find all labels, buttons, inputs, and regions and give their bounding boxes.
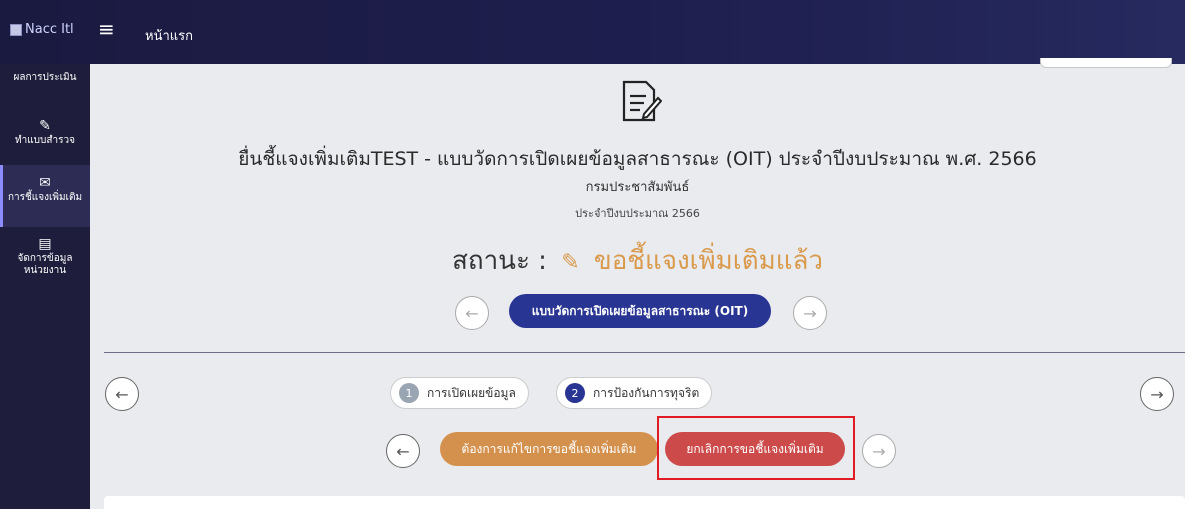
sidebar-item-label: การชี้แจงเพิ่มเติม [7,192,83,203]
highlight-box [657,416,855,480]
sidebar-item-results[interactable]: ผลการประเมิน [0,66,90,88]
survey-selector-button[interactable]: แบบวัดการเปิดเผยข้อมูลสาธารณะ (OIT) [509,294,771,328]
top-bar: Nacc Itl ≡ หน้าแรก [0,0,1185,64]
prev-page-button[interactable]: ← [105,377,139,411]
edit-icon: ✎ [39,118,51,134]
status-value: ขอชี้แจงเพิ่มเติมแล้ว [593,246,824,276]
arrow-right-icon: → [1150,384,1164,404]
logo-alt-text: Nacc Itl [25,22,74,37]
clipboard-icon: ▤ [38,236,52,252]
hamburger-icon[interactable]: ≡ [98,18,118,40]
breadcrumb-home[interactable]: หน้าแรก [145,25,193,46]
sidebar-item-label: ผลการประเมิน [13,72,77,83]
arrow-right-icon: → [803,303,817,323]
prev-action-button[interactable]: ← [386,434,420,468]
sidebar-item-survey[interactable]: ✎ ทำแบบสำรวจ [0,118,90,148]
document-edit-icon [622,80,662,122]
sidebar: ผลการประเมิน ✎ ทำแบบสำรวจ ✉ การชี้แจงเพิ… [0,64,90,509]
broken-image-icon [10,23,22,36]
agency-name: กรมประชาสัมพันธ์ [585,180,690,195]
arrow-right-icon: → [872,441,886,461]
prev-survey-button[interactable]: ← [455,296,489,330]
next-survey-button[interactable]: → [793,296,827,330]
page-title: ยื่นชี้แจงเพิ่มเติมTEST - แบบวัดการเปิดเ… [238,148,1037,170]
sidebar-item-agency-data[interactable]: ▤ จัดการข้อมูลหน่วยงาน [0,236,90,286]
step-2-tab[interactable]: 2 การป้องกันการทุจริต [556,377,713,409]
next-page-button[interactable]: → [1140,377,1174,411]
next-action-button[interactable]: → [862,434,896,468]
edit-clarification-button[interactable]: ต้องการแก้ไขการขอชี้แจงเพิ่มเติม [440,432,658,466]
fiscal-year: ประจำปีงบประมาณ 2566 [575,207,700,220]
main-content: ยื่นชี้แจงเพิ่มเติมTEST - แบบวัดการเปิดเ… [90,64,1185,509]
divider [104,352,1185,353]
arrow-left-icon: ← [115,384,129,404]
step-number: 2 [565,383,585,403]
envelope-icon: ✉ [39,175,51,191]
step-number: 1 [399,383,419,403]
edit-status-icon: ✎ [561,250,580,275]
status-row: สถานะ : ✎ ขอชี้แจงเพิ่มเติมแล้ว [90,240,1185,281]
step-1-tab[interactable]: 1 การเปิดเผยข้อมูล [390,377,529,409]
step-label: การเปิดเผยข้อมูล [427,385,516,400]
logo[interactable]: Nacc Itl [10,22,74,37]
sidebar-item-label: จัดการข้อมูลหน่วยงาน [17,253,73,276]
step-label: การป้องกันการทุจริต [593,385,700,400]
status-label: สถานะ : [451,246,547,276]
arrow-left-icon: ← [396,441,410,461]
content-card [104,496,1185,509]
arrow-left-icon: ← [465,303,479,323]
sidebar-item-clarification[interactable]: ✉ การชี้แจงเพิ่มเติม [0,165,90,227]
sidebar-item-label: ทำแบบสำรวจ [15,135,75,146]
